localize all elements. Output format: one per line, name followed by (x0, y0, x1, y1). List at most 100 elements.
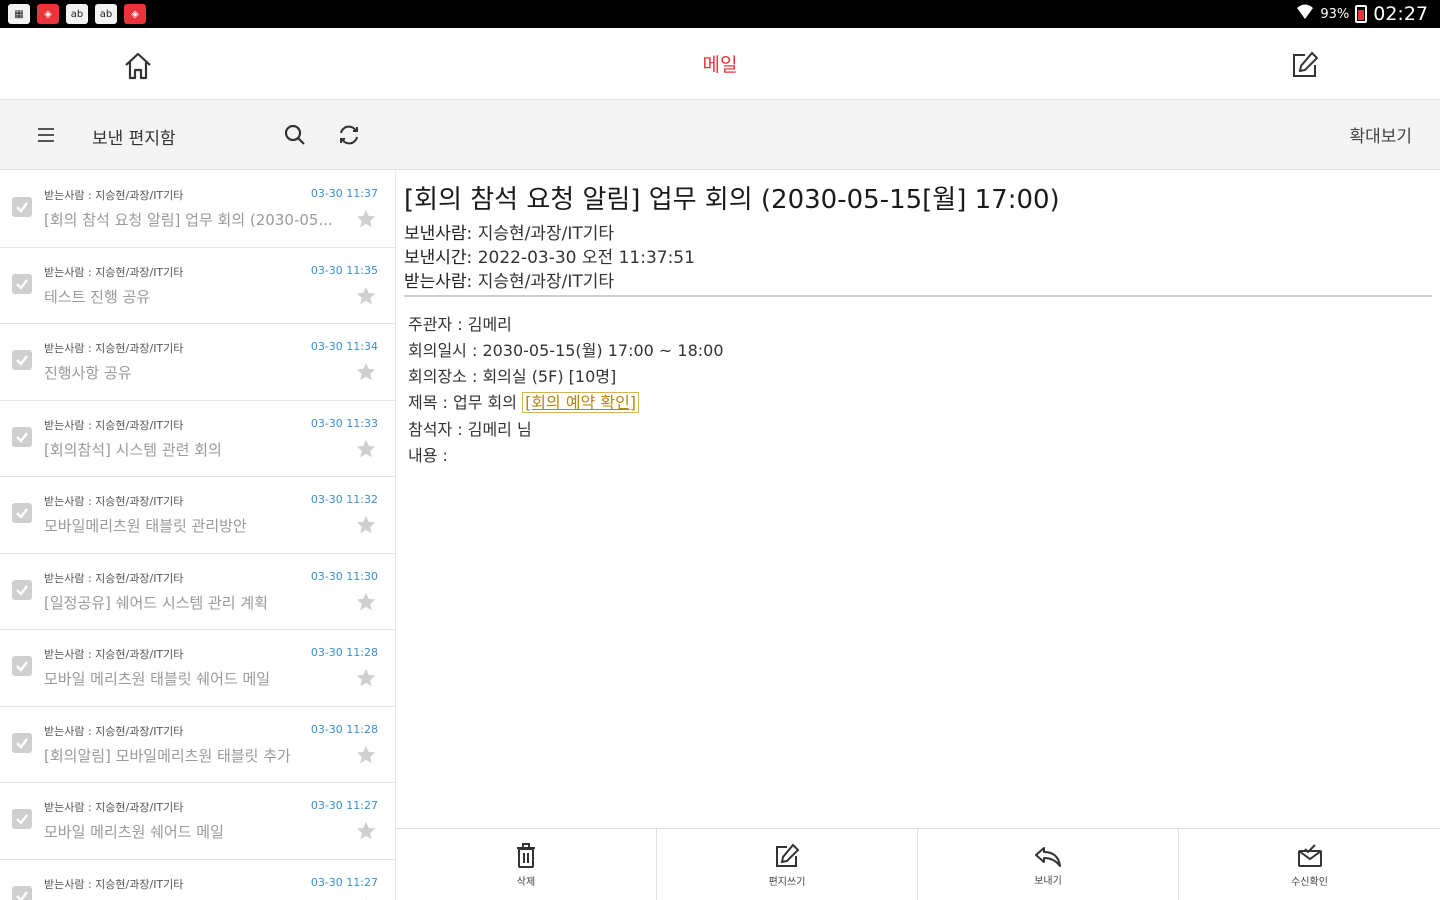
app-title: 메일 (702, 54, 738, 76)
ab-notification-icon: ab (66, 4, 88, 24)
shield-notification-icon: ◈ (37, 4, 59, 24)
send-button[interactable]: 보내기 (918, 829, 1179, 900)
mail-subject: [회의 참석 요청 알림] 업무 회의 (2030-05-15[월] 17:00… (404, 185, 1060, 215)
body-datetime: 회의일시 : 2030-05-15(월) 17:00 ~ 18:00 (408, 341, 724, 360)
star-icon[interactable] (354, 896, 378, 900)
mail-item-subject: 테스트 진행 공유 (44, 287, 151, 306)
sent-time-value: 2022-03-30 오전 11:37:51 (477, 248, 695, 268)
search-icon (284, 124, 305, 145)
sent-time-label: 보낸시간: (404, 248, 473, 268)
checkbox-icon[interactable] (12, 273, 32, 294)
body-title-row: 제목 : 업무 회의 [회의 예약 확인] (408, 389, 640, 413)
mail-item-date: 03-30 11:37 (310, 187, 378, 200)
status-indicators: 93% 02:27 (1296, 3, 1428, 25)
reply-icon (1035, 846, 1061, 867)
search-button[interactable] (280, 120, 310, 150)
read-receipt-button[interactable]: 수신확인 (1179, 829, 1440, 900)
write-mail-button[interactable]: 편지쓰기 (657, 829, 918, 900)
sender-value[interactable]: 지승현/과장/IT기타 (478, 224, 614, 244)
mail-detail: [회의 참석 요청 알림] 업무 회의 (2030-05-15[월] 17:00… (396, 171, 1440, 827)
shield-notification-icon: ◈ (124, 4, 146, 24)
reservation-confirm-link[interactable]: [회의 예약 확인] (522, 392, 640, 413)
sent-time-row: 보낸시간: 2022-03-30 오전 11:37:51 (404, 243, 695, 268)
mail-item-subject: [일정공유] 쉐어드 시스템 관리 계획 (44, 593, 268, 612)
body-title-prefix: 제목 : 업무 회의 (408, 393, 523, 412)
mail-app: ▦ ◈ ab ab ◈ 93% 02:27 메일 보낸 편지함 확대보기 받는사… (0, 0, 1440, 900)
mail-item-date: 03-30 11:27 (310, 875, 378, 889)
mail-item-sender: 받는사람 : 지승현/과장/IT기타 (44, 418, 184, 432)
app-bar: 메일 (0, 28, 1440, 100)
mail-list-item[interactable]: 받는사람 : 지승현/과장/IT기타 03-30 11:32 모바일메리츠원 태블릿… (0, 477, 395, 554)
battery-percent: 93% (1320, 6, 1350, 22)
wifi-icon (1296, 4, 1314, 24)
mail-list-item[interactable]: 받는사람 : 지승현/과장/IT기타 03-30 11:28 모바일 메리츠원 태블… (0, 630, 395, 707)
checkbox-icon[interactable] (12, 426, 32, 447)
menu-button[interactable] (32, 122, 60, 148)
mail-list-item[interactable]: 받는사람 : 지승현/과장/IT기타 03-30 11:35 테스트 진행 공유 (0, 247, 395, 324)
body-attendees: 참석자 : 김메리 님 (408, 420, 532, 439)
mail-item-date: 03-30 11:34 (310, 340, 378, 353)
mail-list-item[interactable]: 받는사람 : 지승현/과장/IT기타 03-30 11:28 [회의알림] 모바일메… (0, 706, 395, 783)
mail-list: 받는사람 : 지승현/과장/IT기타 03-30 11:37 [회의 참석 요청 알… (0, 171, 396, 900)
star-icon[interactable] (354, 207, 378, 231)
delete-button[interactable]: 삭제 (396, 829, 657, 900)
trash-icon (517, 842, 535, 868)
checkbox-icon[interactable] (12, 579, 32, 600)
mail-item-subject: 모바일 메리츠원 태블릿 쉐어드 메일 (44, 670, 271, 688)
mail-item-date: 03-30 11:28 (310, 646, 378, 659)
checkbox-icon[interactable] (12, 350, 32, 370)
star-icon[interactable] (354, 513, 378, 537)
star-icon[interactable] (354, 666, 378, 690)
read-receipt-icon (1297, 843, 1322, 867)
star-icon[interactable] (354, 284, 378, 308)
mail-list-item[interactable]: 받는사람 : 지승현/과장/IT기타 03-30 11:37 [회의 참석 요청 알… (0, 171, 395, 248)
home-icon (125, 52, 151, 80)
mail-item-date: 03-30 11:35 (310, 263, 378, 277)
compose-button[interactable] (1286, 46, 1324, 84)
mail-item-subject: 진행사항 공유 (44, 364, 132, 382)
mail-item-date: 03-30 11:30 (310, 569, 378, 583)
send-label: 보내기 (1034, 875, 1062, 887)
mail-list-item[interactable]: 받는사람 : 지승현/과장/IT기타 03-30 11:27 (0, 859, 395, 900)
mail-item-subject: [회의알림] 모바일메리츠원 태블릿 추가 (44, 746, 291, 765)
refresh-icon (340, 125, 358, 145)
mail-item-sender: 받는사람 : 지승현/과장/IT기타 (44, 189, 184, 202)
checkbox-icon[interactable] (12, 885, 32, 900)
toolbar: 보낸 편지함 확대보기 (0, 100, 1440, 170)
mail-item-date: 03-30 11:28 (310, 722, 378, 736)
clock: 02:27 (1373, 3, 1428, 25)
checkbox-icon[interactable] (12, 197, 32, 217)
star-icon[interactable] (354, 437, 378, 461)
mail-list-item[interactable]: 받는사람 : 지승현/과장/IT기타 03-30 11:30 [일정공유] 쉐어드 … (0, 553, 395, 630)
checkbox-icon[interactable] (12, 503, 32, 523)
action-bar: 삭제 편지쓰기 보내기 수신확인 (396, 828, 1440, 900)
star-icon[interactable] (354, 819, 378, 843)
mail-item-sender: 받는사람 : 지승현/과장/IT기타 (44, 801, 184, 814)
recipient-value[interactable]: 지승현/과장/IT기타 (478, 272, 614, 292)
edit-icon (1293, 51, 1319, 77)
sender-row: 보낸사람: 지승현/과장/IT기타 (404, 219, 614, 244)
checkbox-icon[interactable] (12, 656, 32, 676)
home-button[interactable] (118, 46, 158, 86)
body-organizer: 주관자 : 김메리 (408, 315, 512, 334)
mail-item-subject: [회의 참석 요청 알림] 업무 회의 (2030-05... (44, 211, 333, 229)
mail-item-sender: 받는사람 : 지승현/과장/IT기타 (44, 495, 184, 508)
mail-list-item[interactable]: 받는사람 : 지승현/과장/IT기타 03-30 11:33 [회의참석] 시스템 … (0, 400, 395, 477)
star-icon[interactable] (354, 590, 378, 614)
read-receipt-label: 수신확인 (1291, 876, 1328, 888)
checkbox-icon[interactable] (12, 809, 32, 829)
mail-list-item[interactable]: 받는사람 : 지승현/과장/IT기타 03-30 11:27 모바일 메리츠원 쉐어… (0, 783, 395, 860)
star-icon[interactable] (354, 743, 378, 767)
folder-name[interactable]: 보낸 편지함 (92, 124, 176, 149)
notification-icons: ▦ ◈ ab ab ◈ (8, 4, 146, 24)
body-content: 내용 : (408, 446, 448, 465)
zoom-view-button[interactable]: 확대보기 (1349, 122, 1412, 147)
write-mail-label: 편지쓰기 (768, 876, 806, 888)
compose-icon (776, 843, 800, 867)
mail-item-date: 03-30 11:33 (310, 416, 378, 430)
sender-label: 보낸사람: (404, 224, 473, 244)
star-icon[interactable] (354, 360, 378, 384)
refresh-button[interactable] (334, 120, 364, 150)
checkbox-icon[interactable] (12, 732, 32, 753)
mail-list-item[interactable]: 받는사람 : 지승현/과장/IT기타 03-30 11:34 진행사항 공유 (0, 324, 395, 401)
